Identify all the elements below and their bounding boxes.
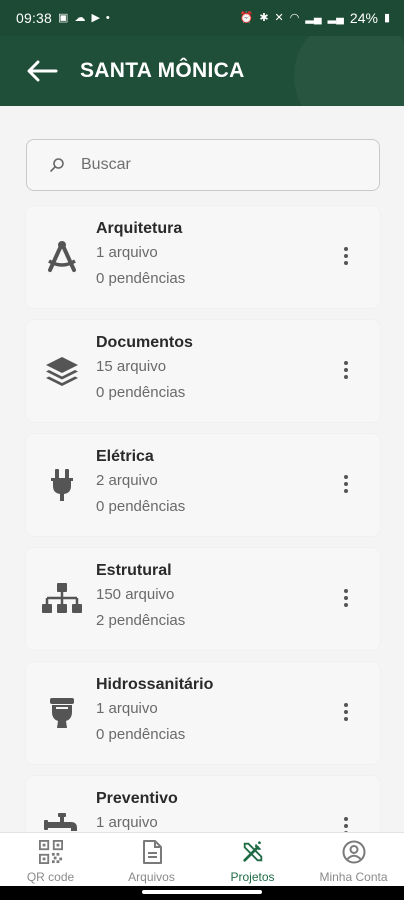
cloud-icon: ☁ bbox=[74, 11, 86, 24]
search-box[interactable] bbox=[26, 139, 380, 191]
battery-level: 24% bbox=[349, 10, 378, 26]
gesture-bar bbox=[0, 886, 404, 900]
more-vert-icon bbox=[344, 589, 348, 593]
youtube-icon: ▶ bbox=[91, 11, 100, 24]
nav-projetos[interactable]: Projetos bbox=[202, 833, 303, 886]
nav-label: Arquivos bbox=[128, 870, 175, 884]
item-file-count: 15 arquivo bbox=[96, 358, 167, 375]
vibrate-icon: ✱ bbox=[259, 11, 269, 24]
item-title: Arquitetura bbox=[96, 220, 183, 237]
drafting-compass-icon bbox=[40, 235, 84, 279]
toilet-icon bbox=[40, 691, 84, 735]
list-item[interactable]: Hidrossanitário 1 arquivo 0 pendências bbox=[26, 662, 380, 764]
nav-minha-conta[interactable]: Minha Conta bbox=[303, 833, 404, 886]
item-file-count: 150 arquivo bbox=[96, 586, 175, 603]
item-pending-count: 0 pendências bbox=[96, 726, 186, 743]
item-title: Preventivo bbox=[96, 790, 178, 807]
nav-label: QR code bbox=[26, 870, 75, 884]
signal-2-icon: ▂▄ bbox=[327, 11, 344, 24]
alarm-icon: ⏰ bbox=[239, 11, 254, 24]
more-options-button[interactable] bbox=[338, 356, 354, 384]
tools-icon bbox=[241, 840, 265, 864]
page-title: SANTA MÔNICA bbox=[80, 59, 245, 82]
main-content[interactable]: Arquitetura 1 arquivo 0 pendências Docum… bbox=[0, 106, 404, 832]
user-circle-icon bbox=[342, 840, 366, 864]
item-file-count: 1 arquivo bbox=[96, 814, 158, 831]
nav-label: Projetos bbox=[230, 870, 275, 884]
item-title: Elétrica bbox=[96, 448, 154, 465]
signal-icon: ▂▄ bbox=[305, 11, 322, 24]
nav-qr-code[interactable]: QR code bbox=[0, 833, 101, 886]
file-icon bbox=[140, 840, 164, 864]
item-pending-count: 0 pendências bbox=[96, 270, 186, 287]
item-pending-count: 2 pendências bbox=[96, 612, 186, 629]
header-decoration bbox=[294, 36, 404, 106]
sitemap-icon bbox=[40, 577, 84, 621]
list-item[interactable]: Arquitetura 1 arquivo 0 pendências bbox=[26, 206, 380, 308]
list-item[interactable]: Documentos 15 arquivo 0 pendências bbox=[26, 320, 380, 422]
more-vert-icon bbox=[344, 361, 348, 365]
item-pending-count: 0 pendências bbox=[96, 384, 186, 401]
nav-label: Minha Conta bbox=[319, 870, 388, 884]
item-file-count: 1 arquivo bbox=[96, 700, 158, 717]
more-vert-icon bbox=[344, 817, 348, 821]
item-title: Hidrossanitário bbox=[96, 676, 214, 693]
list-item[interactable]: Estrutural 150 arquivo 2 pendências bbox=[26, 548, 380, 650]
dot-icon: • bbox=[105, 11, 110, 24]
more-options-button[interactable] bbox=[338, 470, 354, 498]
more-options-button[interactable] bbox=[338, 584, 354, 612]
more-vert-icon bbox=[344, 703, 348, 707]
more-vert-icon bbox=[344, 475, 348, 479]
item-title: Documentos bbox=[96, 334, 193, 351]
more-options-button[interactable] bbox=[338, 242, 354, 270]
list-item[interactable]: Preventivo 1 arquivo bbox=[26, 776, 380, 832]
search-icon bbox=[49, 156, 67, 174]
battery-icon: ▮ bbox=[383, 11, 390, 24]
arrow-left-icon bbox=[27, 60, 58, 82]
mute-icon: ✕ bbox=[274, 11, 284, 24]
plug-icon bbox=[40, 463, 84, 507]
gallery-icon: ▣ bbox=[58, 11, 69, 24]
item-file-count: 2 arquivo bbox=[96, 472, 158, 489]
status-time: 09:38 bbox=[16, 10, 53, 26]
item-pending-count: 0 pendências bbox=[96, 498, 186, 515]
nav-arquivos[interactable]: Arquivos bbox=[101, 833, 202, 886]
back-button[interactable] bbox=[24, 53, 60, 89]
wifi-icon: ◠ bbox=[289, 11, 300, 24]
item-file-count: 1 arquivo bbox=[96, 244, 158, 261]
item-title: Estrutural bbox=[96, 562, 172, 579]
faucet-icon bbox=[40, 805, 84, 832]
app-bar: SANTA MÔNICA bbox=[0, 36, 404, 106]
home-indicator[interactable] bbox=[142, 890, 262, 894]
more-options-button[interactable] bbox=[338, 812, 354, 832]
list-item[interactable]: Elétrica 2 arquivo 0 pendências bbox=[26, 434, 380, 536]
bottom-navigation: QR code Arquivos Projetos Minha Conta bbox=[0, 832, 404, 886]
search-input[interactable] bbox=[81, 156, 341, 174]
more-vert-icon bbox=[344, 247, 348, 251]
qr-code-icon bbox=[38, 840, 63, 864]
project-list: Arquitetura 1 arquivo 0 pendências Docum… bbox=[26, 206, 380, 832]
more-options-button[interactable] bbox=[338, 698, 354, 726]
layers-icon bbox=[40, 349, 84, 393]
status-bar: 09:38 ▣ ☁ ▶ • ⏰ ✱ ✕ ◠ ▂▄ ▂▄ 24% ▮ bbox=[0, 0, 404, 36]
